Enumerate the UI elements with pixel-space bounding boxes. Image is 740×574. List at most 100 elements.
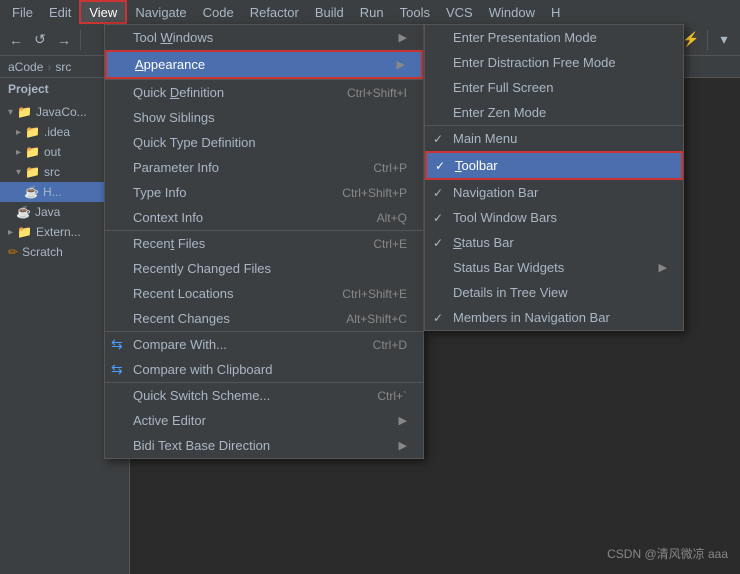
toolbar-back[interactable]: ← bbox=[6, 30, 26, 50]
bidi-arrow: ▶ bbox=[399, 439, 407, 452]
details-tree-label: Details in Tree View bbox=[453, 285, 568, 300]
menu-item-quick-def[interactable]: Quick Definition Ctrl+Shift+I bbox=[105, 80, 423, 105]
menu-refactor[interactable]: Refactor bbox=[242, 0, 307, 24]
view-menu: Tool Windows ▶ Appearance ▶ Quick Defini… bbox=[104, 24, 424, 459]
menu-edit[interactable]: Edit bbox=[41, 0, 79, 24]
sidebar-label-extern: Extern... bbox=[36, 225, 81, 239]
show-siblings-label: Show Siblings bbox=[133, 110, 215, 125]
java-icon: ☕ bbox=[16, 205, 31, 219]
menu-build[interactable]: Build bbox=[307, 0, 352, 24]
menu-item-bidi[interactable]: Bidi Text Base Direction ▶ bbox=[105, 433, 423, 458]
menu-item-recent-files[interactable]: Recent Files Ctrl+E bbox=[105, 231, 423, 256]
members-nav-check: ✓ bbox=[433, 311, 443, 325]
menu-item-appearance[interactable]: Appearance ▶ bbox=[105, 50, 423, 79]
menu-vcs[interactable]: VCS bbox=[438, 0, 481, 24]
recent-changes-shortcut: Alt+Shift+C bbox=[346, 312, 407, 326]
appearance-item-status-widgets[interactable]: Status Bar Widgets ▶ bbox=[425, 255, 683, 280]
appearance-item-distraction[interactable]: Enter Distraction Free Mode bbox=[425, 50, 683, 75]
members-nav-label: Members in Navigation Bar bbox=[453, 310, 610, 325]
menu-run[interactable]: Run bbox=[352, 0, 392, 24]
recent-files-label: Recent Files bbox=[133, 236, 205, 251]
appearance-item-details-tree[interactable]: Details in Tree View bbox=[425, 280, 683, 305]
appearance-item-zen[interactable]: Enter Zen Mode bbox=[425, 100, 683, 126]
menu-item-type-info[interactable]: Type Info Ctrl+Shift+P bbox=[105, 180, 423, 205]
appearance-item-toolbar[interactable]: ✓ Toolbar bbox=[425, 151, 683, 180]
appearance-item-presentation[interactable]: Enter Presentation Mode bbox=[425, 25, 683, 50]
param-info-label: Parameter Info bbox=[133, 160, 219, 175]
main-menu-check: ✓ bbox=[433, 132, 443, 146]
toolbar-label: Toolbar bbox=[455, 158, 498, 173]
tool-window-bars-check: ✓ bbox=[433, 211, 443, 225]
distraction-label: Enter Distraction Free Mode bbox=[453, 55, 616, 70]
compare-with-label: Compare With... bbox=[133, 337, 227, 352]
menu-item-recent-locations[interactable]: Recent Locations Ctrl+Shift+E bbox=[105, 281, 423, 306]
fullscreen-label: Enter Full Screen bbox=[453, 80, 553, 95]
menu-item-compare-with[interactable]: ⇆ Compare With... Ctrl+D bbox=[105, 332, 423, 357]
menu-tools[interactable]: Tools bbox=[392, 0, 438, 24]
zen-label: Enter Zen Mode bbox=[453, 105, 546, 120]
tool-windows-label: Tool Windows bbox=[133, 30, 213, 45]
menu-view[interactable]: View bbox=[79, 0, 127, 24]
appearance-submenu: Enter Presentation Mode Enter Distractio… bbox=[424, 24, 684, 331]
toolbar-forward[interactable]: → bbox=[54, 30, 74, 50]
active-editor-arrow: ▶ bbox=[399, 414, 407, 427]
expand-icon: ▾ bbox=[8, 107, 13, 118]
menu-item-recently-changed[interactable]: Recently Changed Files bbox=[105, 256, 423, 281]
quick-def-shortcut: Ctrl+Shift+I bbox=[347, 86, 407, 100]
recent-files-shortcut: Ctrl+E bbox=[373, 237, 407, 251]
menu-item-quick-type-def[interactable]: Quick Type Definition bbox=[105, 130, 423, 155]
menu-item-show-siblings[interactable]: Show Siblings bbox=[105, 105, 423, 130]
sidebar-label-javacode: JavaCo... bbox=[36, 105, 87, 119]
param-info-shortcut: Ctrl+P bbox=[373, 161, 407, 175]
menu-item-quick-switch[interactable]: Quick Switch Scheme... Ctrl+` bbox=[105, 383, 423, 408]
expand-icon-idea: ▸ bbox=[16, 127, 21, 138]
sidebar-label-java: Java bbox=[35, 205, 60, 219]
sidebar-label-scratch: Scratch bbox=[22, 245, 63, 259]
toolbar-sep-2 bbox=[707, 30, 708, 50]
quick-switch-label: Quick Switch Scheme... bbox=[133, 388, 270, 403]
appearance-item-fullscreen[interactable]: Enter Full Screen bbox=[425, 75, 683, 100]
toolbar-dropdown[interactable]: ▾ bbox=[714, 30, 734, 50]
compare-clipboard-label: Compare with Clipboard bbox=[133, 362, 272, 377]
appearance-item-nav-bar[interactable]: ✓ Navigation Bar bbox=[425, 180, 683, 205]
quick-def-label: Quick Definition bbox=[133, 85, 224, 100]
menu-item-compare-clipboard[interactable]: ⇆ Compare with Clipboard bbox=[105, 357, 423, 383]
appearance-item-tool-window-bars[interactable]: ✓ Tool Window Bars bbox=[425, 205, 683, 230]
out-folder-icon: 📁 bbox=[25, 145, 40, 159]
appearance-item-main-menu[interactable]: ✓ Main Menu bbox=[425, 126, 683, 151]
menu-h[interactable]: H bbox=[543, 0, 568, 24]
nav-bar-check: ✓ bbox=[433, 186, 443, 200]
menu-code[interactable]: Code bbox=[195, 0, 242, 24]
type-info-label: Type Info bbox=[133, 185, 186, 200]
menu-item-active-editor[interactable]: Active Editor ▶ bbox=[105, 408, 423, 433]
menu-item-param-info[interactable]: Parameter Info Ctrl+P bbox=[105, 155, 423, 180]
menu-item-tool-windows[interactable]: Tool Windows ▶ bbox=[105, 25, 423, 50]
profile-button[interactable]: ⚡ bbox=[681, 30, 701, 50]
recent-changes-label: Recent Changes bbox=[133, 311, 230, 326]
menu-window[interactable]: Window bbox=[481, 0, 543, 24]
scratch-icon: ✏ bbox=[8, 245, 18, 259]
sidebar-label-src: src bbox=[44, 165, 60, 179]
active-editor-label: Active Editor bbox=[133, 413, 206, 428]
menu-file[interactable]: File bbox=[4, 0, 41, 24]
src-folder-icon: 📁 bbox=[25, 165, 40, 179]
context-info-shortcut: Alt+Q bbox=[377, 211, 407, 225]
toolbar-reload[interactable]: ↺ bbox=[30, 30, 50, 50]
expand-icon-extern: ▸ bbox=[8, 227, 13, 238]
toolbar-sep-1 bbox=[80, 30, 81, 50]
compare-with-shortcut: Ctrl+D bbox=[373, 338, 407, 352]
sidebar-label-h: H... bbox=[43, 185, 62, 199]
appearance-item-members-nav[interactable]: ✓ Members in Navigation Bar bbox=[425, 305, 683, 330]
sidebar-label-idea: .idea bbox=[44, 125, 70, 139]
project-icon: 📁 bbox=[17, 105, 32, 119]
appearance-item-status-bar[interactable]: ✓ Status Bar bbox=[425, 230, 683, 255]
compare-with-icon: ⇆ bbox=[111, 336, 123, 353]
recent-locations-shortcut: Ctrl+Shift+E bbox=[342, 287, 407, 301]
main-menu-label: Main Menu bbox=[453, 131, 517, 146]
menu-item-recent-changes[interactable]: Recent Changes Alt+Shift+C bbox=[105, 306, 423, 332]
menu-navigate[interactable]: Navigate bbox=[127, 0, 194, 24]
nav-bar-label: Navigation Bar bbox=[453, 185, 538, 200]
menu-item-context-info[interactable]: Context Info Alt+Q bbox=[105, 205, 423, 231]
appearance-arrow: ▶ bbox=[397, 58, 405, 71]
compare-clipboard-icon: ⇆ bbox=[111, 361, 123, 378]
